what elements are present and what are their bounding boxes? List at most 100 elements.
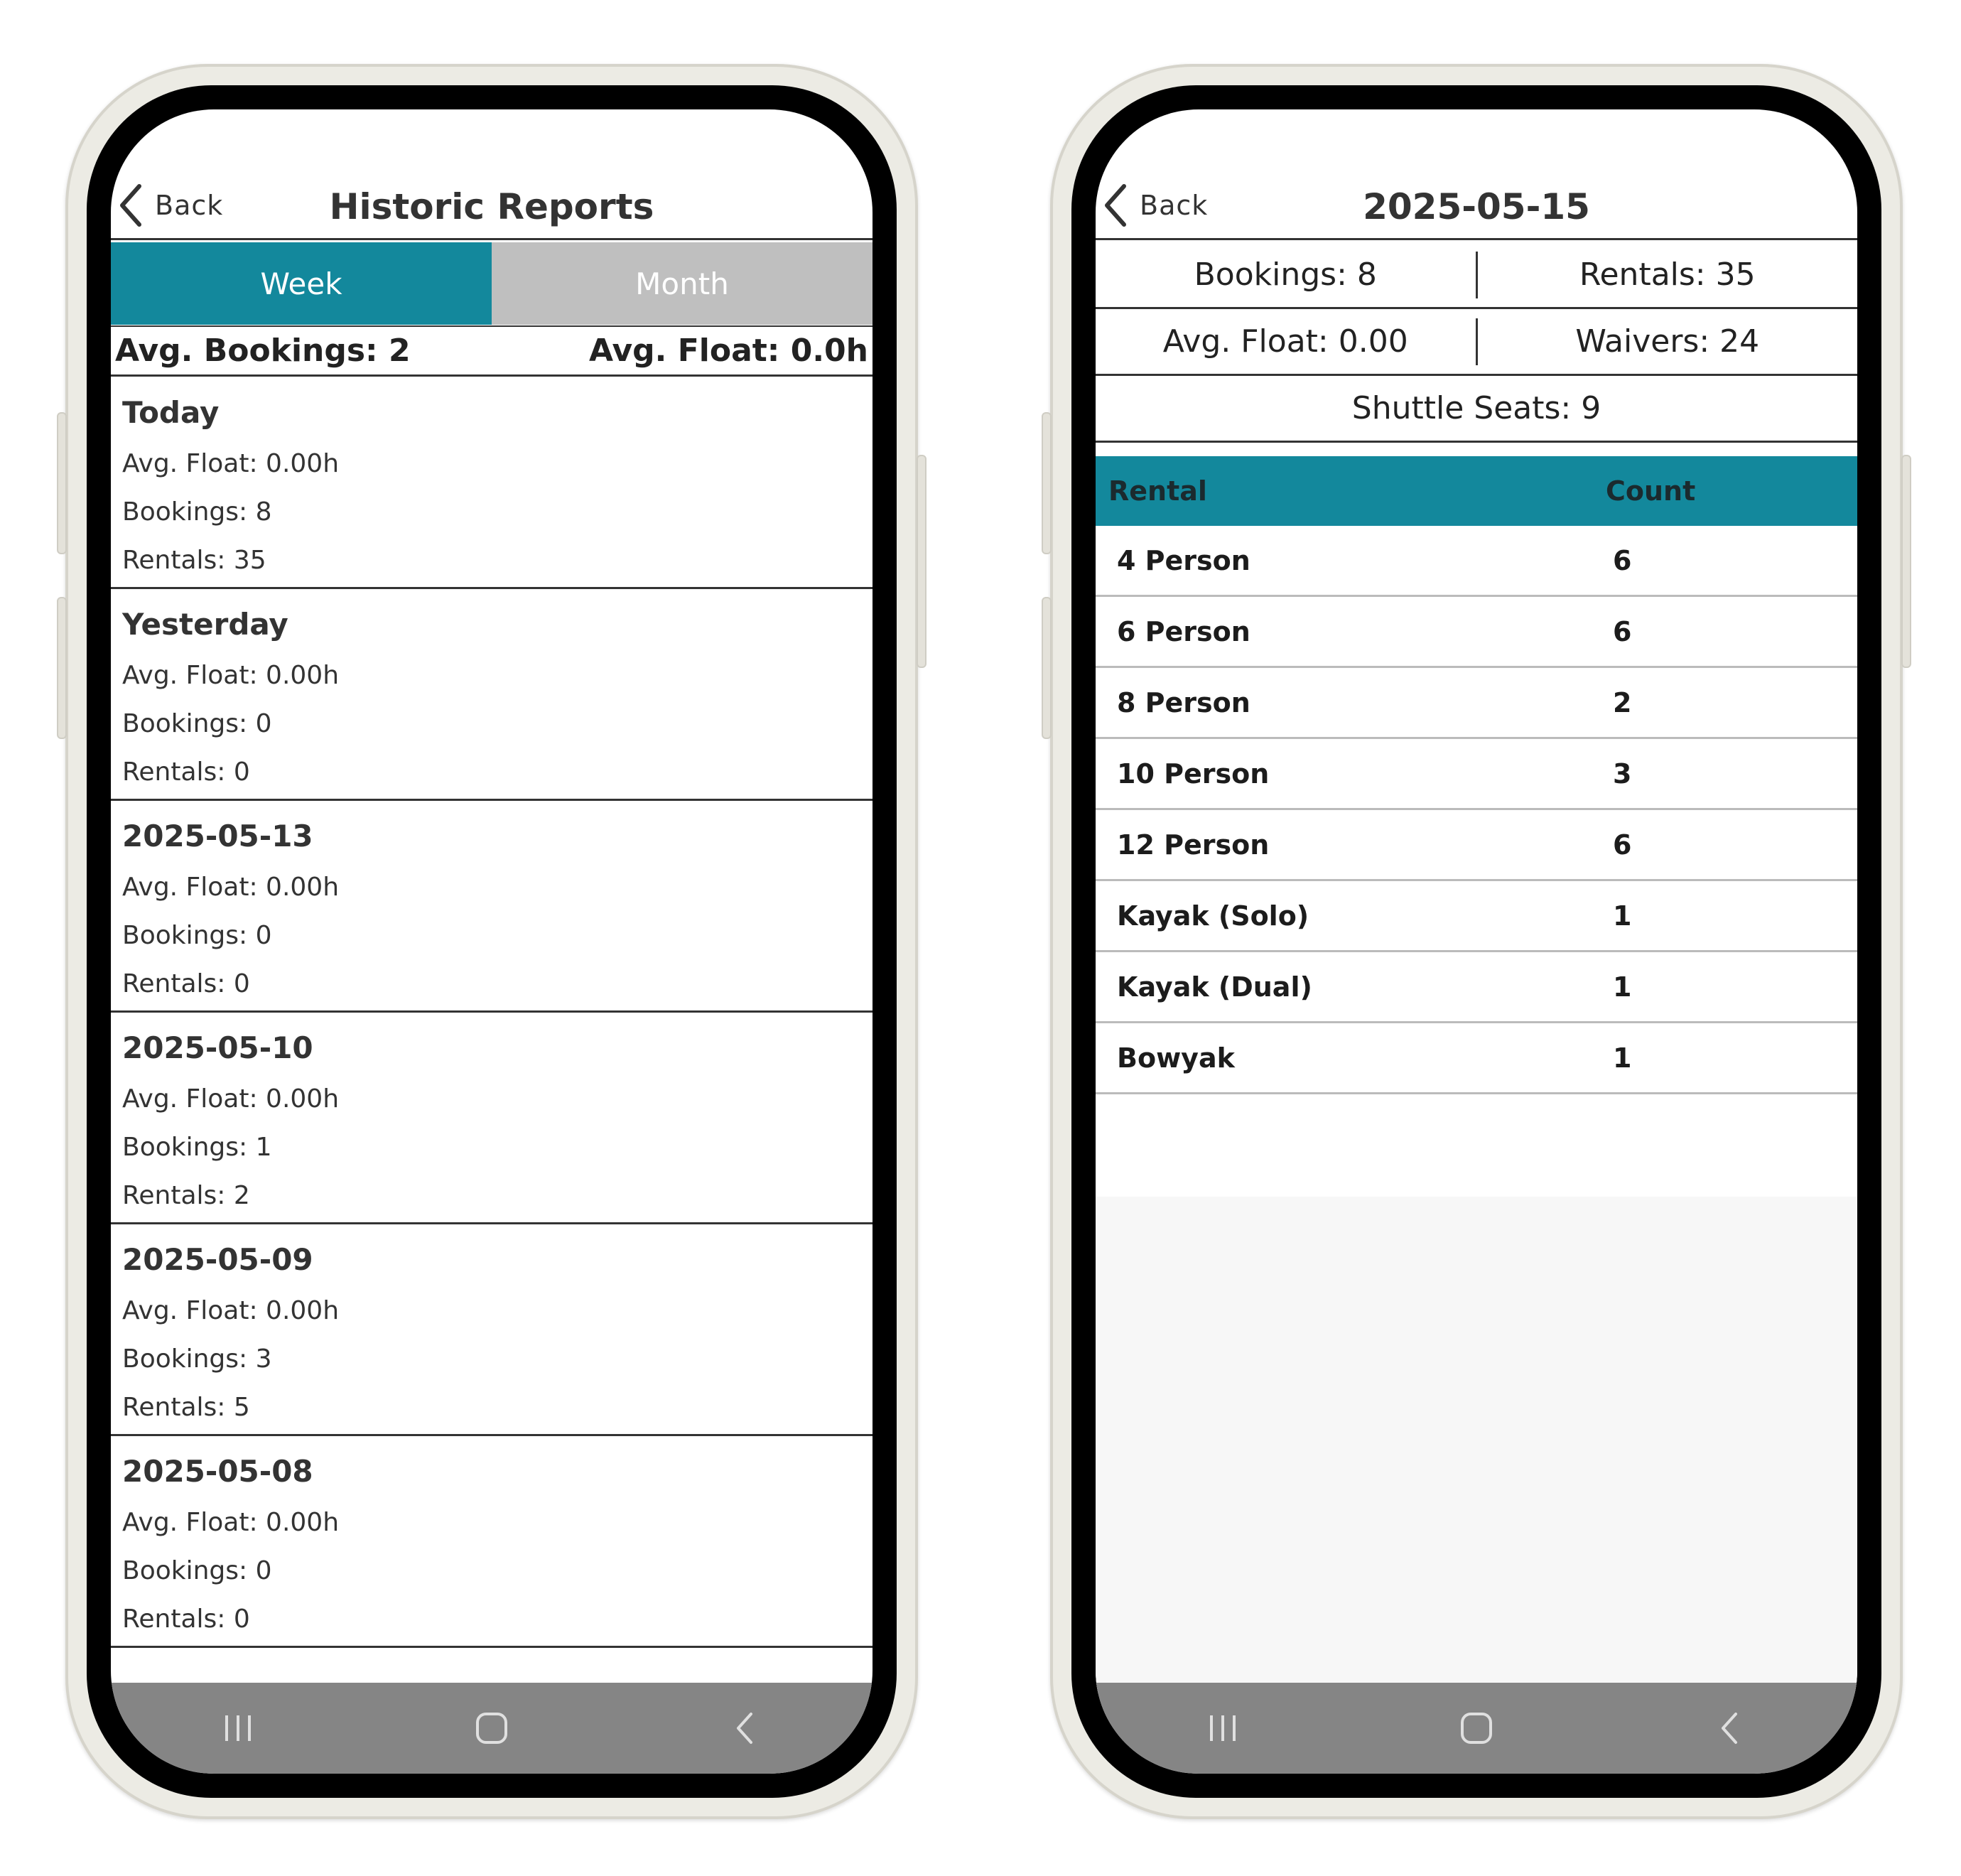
rental-name: Kayak (Solo) <box>1117 900 1309 932</box>
summary-bar: Avg. Bookings: 2 Avg. Float: 0.0h <box>111 325 873 377</box>
rental-name: 8 Person <box>1117 686 1250 718</box>
rental-table-header: Rental Count <box>1096 456 1857 526</box>
day-report-item[interactable]: 2025-05-13 Avg. Float: 0.00h Bookings: 0… <box>111 801 873 1013</box>
back-nav-button[interactable] <box>703 1693 788 1764</box>
rental-count: 2 <box>1613 686 1632 718</box>
table-row: 4 Person 6 <box>1096 526 1857 597</box>
day-title: Today <box>122 395 220 430</box>
day-avg-float: Avg. Float: 0.00h <box>122 1084 340 1114</box>
day-title: 2025-05-13 <box>122 819 313 853</box>
day-avg-float: Avg. Float: 0.00h <box>122 1296 340 1325</box>
day-bookings: Bookings: 1 <box>122 1133 272 1162</box>
day-avg-float: Avg. Float: 0.00h <box>122 1508 340 1537</box>
avg-float-summary: Avg. Float: 0.0h <box>589 333 868 369</box>
rental-table-body: 4 Person 6 6 Person 6 8 Person 2 10 Pers… <box>1096 526 1857 1094</box>
android-nav-bar <box>111 1683 873 1774</box>
right-phone-power-button <box>1901 455 1911 668</box>
rental-count: 1 <box>1613 971 1632 1003</box>
rental-count: 6 <box>1613 544 1632 576</box>
rental-name: 4 Person <box>1117 544 1250 576</box>
rental-count: 3 <box>1613 758 1632 789</box>
day-bookings: Bookings: 0 <box>122 1556 272 1585</box>
left-phone-volume-button-2 <box>57 597 67 739</box>
app-header: Back Historic Reports <box>111 152 873 240</box>
table-row: 6 Person 6 <box>1096 597 1857 668</box>
period-tabs: Week Month <box>111 242 873 325</box>
rental-name: 10 Person <box>1117 758 1270 789</box>
back-nav-icon <box>737 1713 753 1744</box>
rental-name: 6 Person <box>1117 615 1250 647</box>
day-bookings: Bookings: 8 <box>122 497 272 527</box>
day-report-list: Today Avg. Float: 0.00h Bookings: 8 Rent… <box>111 377 873 1648</box>
rental-count: 6 <box>1613 829 1632 861</box>
table-row: 8 Person 2 <box>1096 668 1857 739</box>
day-title: 2025-05-10 <box>122 1030 313 1065</box>
day-rentals: Rentals: 35 <box>122 546 266 575</box>
right-phone-volume-button-2 <box>1042 597 1052 739</box>
waivers-stat: Waivers: 24 <box>1575 323 1760 360</box>
rental-name: Kayak (Dual) <box>1117 971 1312 1003</box>
rental-count: 1 <box>1613 900 1632 932</box>
recent-apps-icon <box>225 1715 251 1741</box>
rental-column-header: Rental <box>1108 475 1207 507</box>
day-bookings: Bookings: 3 <box>122 1344 272 1374</box>
rental-count: 6 <box>1613 615 1632 647</box>
home-icon <box>1460 1713 1492 1744</box>
day-rentals: Rentals: 0 <box>122 969 250 998</box>
app-header: Back 2025-05-15 <box>1096 152 1857 240</box>
stats-row-1: Bookings: 8 Rentals: 35 <box>1096 242 1857 309</box>
stats-row-2: Avg. Float: 0.00 Waivers: 24 <box>1096 309 1857 376</box>
day-report-item[interactable]: 2025-05-09 Avg. Float: 0.00h Bookings: 3… <box>111 1224 873 1436</box>
rental-name: 12 Person <box>1117 829 1270 861</box>
recent-apps-icon <box>1209 1715 1236 1741</box>
left-phone-frame: Back Historic Reports Week Month Avg. Bo… <box>57 64 927 1819</box>
count-column-header: Count <box>1606 475 1696 507</box>
day-report-item[interactable]: Today Avg. Float: 0.00h Bookings: 8 Rent… <box>111 377 873 589</box>
table-row: 10 Person 3 <box>1096 739 1857 810</box>
day-avg-float: Avg. Float: 0.00h <box>122 449 340 478</box>
back-nav-icon <box>1722 1713 1738 1744</box>
day-report-item[interactable]: 2025-05-08 Avg. Float: 0.00h Bookings: 0… <box>111 1436 873 1648</box>
table-row: 12 Person 6 <box>1096 810 1857 881</box>
day-rentals: Rentals: 5 <box>122 1393 250 1422</box>
day-bookings: Bookings: 0 <box>122 921 272 950</box>
table-row: Bowyak 1 <box>1096 1023 1857 1094</box>
day-rentals: Rentals: 2 <box>122 1181 250 1210</box>
page-title: 2025-05-15 <box>1363 186 1590 227</box>
day-title: 2025-05-08 <box>122 1454 313 1489</box>
tab-week[interactable]: Week <box>111 242 492 325</box>
day-rentals: Rentals: 0 <box>122 758 250 787</box>
home-button[interactable] <box>449 1693 534 1764</box>
rental-count: 1 <box>1613 1042 1632 1074</box>
left-phone-bezel: Back Historic Reports Week Month Avg. Bo… <box>87 85 897 1798</box>
page-title: Historic Reports <box>329 186 654 227</box>
empty-content-area <box>1096 1197 1857 1694</box>
bookings-stat: Bookings: 8 <box>1194 257 1377 293</box>
right-phone-bezel: Back 2025-05-15 Bookings: 8 Rentals: 35 … <box>1071 85 1881 1798</box>
day-title: 2025-05-09 <box>122 1242 313 1277</box>
recent-apps-button[interactable] <box>1180 1693 1265 1764</box>
home-icon <box>475 1713 507 1744</box>
day-bookings: Bookings: 0 <box>122 709 272 738</box>
day-report-item[interactable]: 2025-05-10 Avg. Float: 0.00h Bookings: 1… <box>111 1013 873 1224</box>
rentals-stat: Rentals: 35 <box>1579 257 1756 293</box>
day-title: Yesterday <box>122 607 288 642</box>
avg-bookings-summary: Avg. Bookings: 2 <box>115 333 411 369</box>
back-nav-button[interactable] <box>1687 1693 1773 1764</box>
avg-float-stat: Avg. Float: 0.00 <box>1162 323 1408 360</box>
tab-month[interactable]: Month <box>492 242 873 325</box>
left-phone-volume-button <box>57 412 67 554</box>
left-phone-power-button <box>917 455 927 668</box>
recent-apps-button[interactable] <box>195 1693 281 1764</box>
day-rentals: Rentals: 0 <box>122 1605 250 1634</box>
right-phone-frame: Back 2025-05-15 Bookings: 8 Rentals: 35 … <box>1042 64 1911 1819</box>
day-avg-float: Avg. Float: 0.00h <box>122 873 340 902</box>
android-nav-bar <box>1096 1683 1857 1774</box>
historic-reports-screen: Back Historic Reports Week Month Avg. Bo… <box>111 109 873 1774</box>
day-detail-screen: Back 2025-05-15 Bookings: 8 Rentals: 35 … <box>1096 109 1857 1774</box>
right-phone-volume-button <box>1042 412 1052 554</box>
day-avg-float: Avg. Float: 0.00h <box>122 661 340 690</box>
day-report-item[interactable]: Yesterday Avg. Float: 0.00h Bookings: 0 … <box>111 589 873 801</box>
shuttle-seats-stat: Shuttle Seats: 9 <box>1096 376 1857 443</box>
home-button[interactable] <box>1434 1693 1519 1764</box>
